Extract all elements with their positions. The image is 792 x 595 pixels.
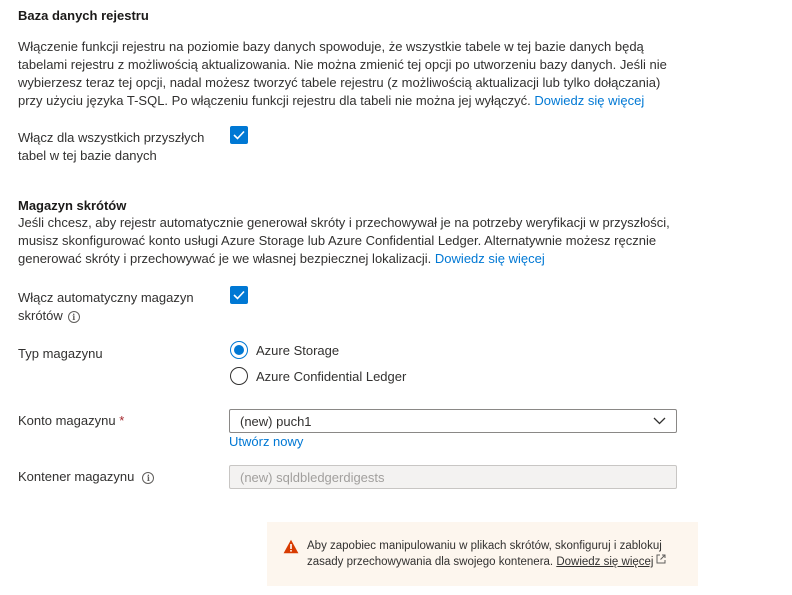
digest-store-description-line: generować skróty i przechowywać je we wł… [18,250,718,268]
enable-ledger-label-line: Włącz dla wszystkich przyszłych [18,130,205,145]
ledger-db-description-line: tabelami rejestru z możliwością aktualiz… [18,57,667,72]
enable-ledger-label: Włącz dla wszystkich przyszłych tabel w … [18,129,218,165]
checkmark-icon [233,130,245,140]
ledger-db-description-line: wybierzesz teraz tej opcji, nadal możesz… [18,75,661,90]
chevron-down-icon [653,417,666,425]
auto-digest-label-text: skrótów [18,308,63,323]
ledger-db-description-line: przy użyciu języka T-SQL. Po włączeniu f… [18,92,718,110]
warning-text-line: zasady przechowywania dla swojego konten… [307,554,666,570]
auto-digest-label-line: Włącz automatyczny magazyn [18,290,194,305]
ledger-db-heading: Baza danych rejestru [18,8,149,23]
storage-account-label: Konto magazynu * [18,412,124,430]
storage-account-value: (new) puch1 [240,413,312,429]
storage-container-label: Kontener magazynu i [18,468,155,486]
radio-azure-confidential-ledger[interactable]: Azure Confidential Ledger [230,367,406,385]
enable-ledger-checkbox[interactable] [230,126,248,144]
radio-button[interactable] [230,367,248,385]
storage-account-label-text: Konto magazynu [18,413,116,428]
warning-text: Aby zapobiec manipulowaniu w plikach skr… [307,538,666,570]
warning-icon [283,539,299,554]
info-icon[interactable]: i [142,471,155,484]
checkmark-icon [233,290,245,300]
storage-container-input: (new) sqldbledgerdigests [229,465,677,489]
ledger-db-description-text: przy użyciu języka T-SQL. Po włączeniu f… [18,93,531,108]
auto-digest-checkbox[interactable] [230,286,248,304]
ledger-db-learn-more-link[interactable]: Dowiedz się więcej [534,93,644,108]
storage-type-label: Typ magazynu [18,346,103,361]
digest-store-description: Jeśli chcesz, aby rejestr automatycznie … [18,214,718,268]
info-icon[interactable]: i [67,310,80,323]
warning-learn-more-link[interactable]: Dowiedz się więcej [556,556,653,568]
radio-confidential-ledger-label: Azure Confidential Ledger [256,368,407,384]
digest-store-learn-more-link[interactable]: Dowiedz się więcej [435,251,545,266]
storage-container-label-text: Kontener magazynu [18,469,135,484]
external-link-icon [656,554,666,564]
digest-store-description-text: generować skróty i przechowywać je we wł… [18,251,432,266]
digest-store-description-line: musisz skonfigurować konto usługi Azure … [18,233,657,248]
digest-store-description-line: Jeśli chcesz, aby rejestr automatycznie … [18,215,670,230]
warning-message-bar: Aby zapobiec manipulowaniu w plikach skr… [267,522,698,586]
auto-digest-label: Włącz automatyczny magazyn skrótów i [18,289,218,325]
ledger-db-description: Włączenie funkcji rejestru na poziomie b… [18,38,718,110]
warning-content: Aby zapobiec manipulowaniu w plikach skr… [283,538,686,570]
enable-ledger-label-line: tabel w tej bazie danych [18,148,157,163]
radio-button[interactable] [230,341,248,359]
warning-text-content: zasady przechowywania dla swojego konten… [307,556,554,568]
auto-digest-label-line: skrótów i [18,307,218,325]
warning-learn-more-text: Dowiedz się więcej [556,556,654,568]
radio-azure-storage-label: Azure Storage [256,342,340,358]
digest-store-heading: Magazyn skrótów [18,198,127,213]
radio-azure-storage[interactable]: Azure Storage [230,341,339,359]
ledger-db-description-line: Włączenie funkcji rejestru na poziomie b… [18,39,644,54]
storage-account-dropdown[interactable]: (new) puch1 [229,409,677,433]
required-mark: * [119,413,125,428]
warning-text-line: Aby zapobiec manipulowaniu w plikach skr… [307,540,662,552]
create-new-link[interactable]: Utwórz nowy [229,434,303,449]
